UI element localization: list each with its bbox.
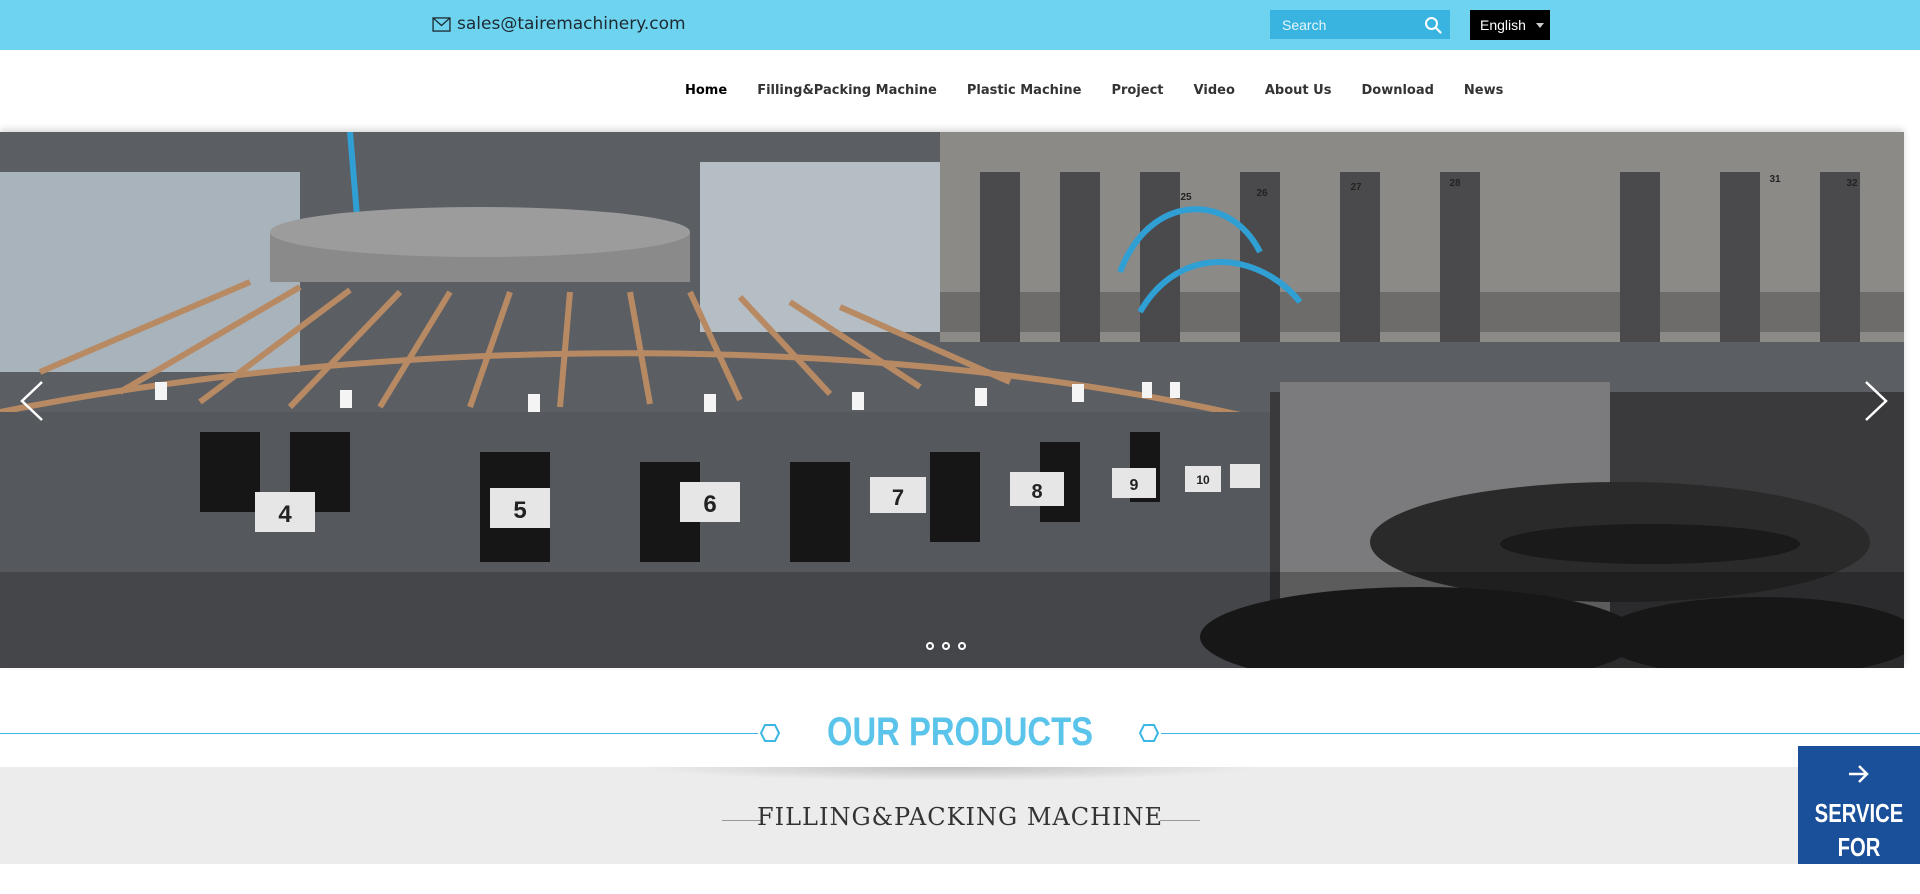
nav-item-about-us[interactable]: About Us (1265, 83, 1332, 98)
valve-label-28: 28 (1449, 178, 1461, 189)
nav-item-plastic-machine[interactable]: Plastic Machine (967, 83, 1082, 98)
band-shadow (640, 767, 1260, 781)
email-text: sales@tairemachinery.com (457, 14, 686, 34)
valve-label-4: 4 (278, 501, 292, 528)
service-line-1: SERVICE (1814, 798, 1904, 828)
carousel-dot-3[interactable] (958, 642, 966, 650)
valve-label-26: 26 (1256, 188, 1268, 199)
valve-label-7: 7 (892, 485, 904, 510)
valve-label-10: 10 (1196, 473, 1210, 487)
nav-item-video[interactable]: Video (1194, 83, 1235, 98)
valve-label-32: 32 (1846, 178, 1858, 189)
valve-label-27: 27 (1350, 182, 1362, 193)
nav-item-project[interactable]: Project (1111, 83, 1163, 98)
language-selector[interactable]: English (1470, 10, 1550, 40)
caret-down-icon (1535, 22, 1544, 28)
search-input[interactable] (1270, 10, 1422, 39)
category-title: FILLING&PACKING MACHINE (756, 803, 1164, 831)
nav-item-home[interactable]: Home (685, 83, 727, 98)
heading-divider-right (1161, 733, 1920, 734)
service-widget[interactable]: SERVICE FOR YOU! (1798, 746, 1920, 893)
language-label: English (1480, 17, 1526, 33)
valve-label-25: 25 (1180, 192, 1192, 203)
search-icon[interactable] (1424, 16, 1442, 34)
hexagon-icon (1139, 724, 1159, 742)
category-divider-right (1160, 820, 1200, 821)
top-bar: sales@tairemachinery.com English (0, 0, 1920, 50)
valve-label-31: 31 (1769, 174, 1781, 185)
valve-label-8: 8 (1031, 481, 1042, 503)
nav-item-filling-packing-machine[interactable]: Filling&Packing Machine (757, 83, 937, 98)
envelope-icon (432, 16, 451, 32)
nav-menu: Home Filling&Packing Machine Plastic Mac… (685, 83, 1533, 98)
filling-machine-photo: 4 5 6 7 8 9 10 25 26 27 28 31 32 (0, 132, 1904, 668)
arrow-right-icon (1849, 765, 1869, 783)
carousel-pagination (926, 642, 966, 650)
valve-label-9: 9 (1130, 477, 1139, 494)
hero-carousel: 4 5 6 7 8 9 10 25 26 27 28 31 32 (0, 132, 1904, 668)
search-box (1270, 10, 1450, 39)
products-band: FILLING&PACKING MACHINE (0, 767, 1920, 864)
carousel-dot-1[interactable] (926, 642, 934, 650)
nav-item-news[interactable]: News (1464, 83, 1503, 98)
nav-item-download[interactable]: Download (1361, 83, 1433, 98)
carousel-prev-arrow[interactable] (14, 376, 54, 426)
valve-label-6: 6 (703, 491, 716, 518)
main-navigation: Home Filling&Packing Machine Plastic Mac… (0, 50, 1920, 130)
carousel-dot-2[interactable] (942, 642, 950, 650)
service-line-2: FOR YOU! (1833, 832, 1885, 893)
products-heading: OUR PRODUCTS (0, 688, 1920, 778)
contact-email[interactable]: sales@tairemachinery.com (432, 12, 686, 36)
carousel-next-arrow[interactable] (1854, 376, 1894, 426)
valve-label-5: 5 (513, 497, 526, 524)
